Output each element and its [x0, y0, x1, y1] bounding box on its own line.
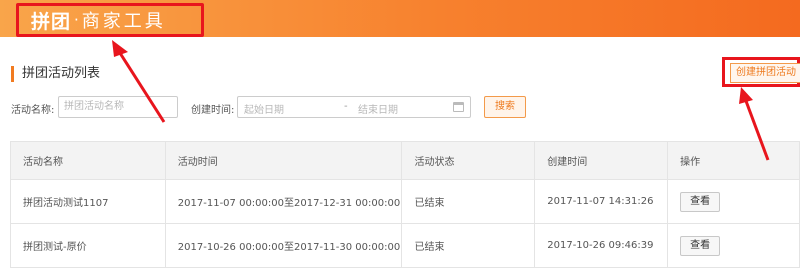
col-header-period: 活动时间 [164, 141, 403, 180]
activity-table: 活动名称 活动时间 活动状态 创建时间 操作 拼团活动测试1107 2017-1… [10, 141, 800, 268]
col-header-action: 操作 [667, 141, 800, 180]
table-row: 拼团测试-原价 2017-10-26 00:00:00至2017-11-30 0… [10, 223, 800, 268]
create-time-label: 创建时间: [191, 105, 235, 116]
activity-name-input[interactable]: 拼团活动名称 [58, 96, 178, 118]
brand-subtitle: 商家工具 [81, 11, 166, 32]
cell-name: 拼团测试-原价 [10, 223, 166, 268]
date-range-picker[interactable]: 起始日期 - 结束日期 [237, 96, 471, 118]
table-row: 拼团活动测试1107 2017-11-07 00:00:00至2017-12-3… [10, 179, 800, 224]
range-separator: - [344, 101, 348, 112]
brand-logo: 拼团 · 商家工具 [16, 3, 204, 37]
col-header-name: 活动名称 [10, 141, 166, 180]
brand-separator: · [74, 11, 79, 29]
page-title: 拼团活动列表 [11, 66, 100, 82]
cell-created: 2017-10-26 09:46:39 [534, 223, 669, 268]
col-header-created: 创建时间 [534, 141, 669, 180]
filter-bar: 活动名称: 拼团活动名称 创建时间: 起始日期 - 结束日期 搜索 [0, 96, 800, 120]
cell-action: 查看 [667, 179, 800, 224]
cell-period: 2017-11-07 00:00:00至2017-12-31 00:00:00 [164, 179, 403, 224]
end-date-input[interactable]: 结束日期 [358, 101, 398, 116]
cell-period: 2017-10-26 00:00:00至2017-11-30 00:00:00 [164, 223, 403, 268]
table-header-row: 活动名称 活动时间 活动状态 创建时间 操作 [10, 141, 800, 180]
view-button[interactable]: 查看 [680, 235, 721, 256]
brand-name: 拼团 [31, 10, 72, 33]
create-group-activity-button[interactable]: 创建拼团活动 [730, 63, 800, 83]
cell-action: 查看 [667, 223, 800, 268]
calendar-icon[interactable] [453, 102, 464, 112]
cell-status: 已结束 [401, 179, 536, 224]
top-header: 拼团 · 商家工具 [0, 0, 800, 37]
cell-created: 2017-11-07 14:31:26 [534, 179, 669, 224]
start-date-input[interactable]: 起始日期 [244, 101, 284, 116]
cell-status: 已结束 [401, 223, 536, 268]
search-button[interactable]: 搜索 [484, 96, 526, 118]
col-header-status: 活动状态 [401, 141, 536, 180]
view-button[interactable]: 查看 [680, 191, 721, 212]
cell-name: 拼团活动测试1107 [10, 179, 166, 224]
activity-name-label: 活动名称: [11, 105, 55, 116]
create-button-highlight: 创建拼团活动 [722, 57, 800, 87]
